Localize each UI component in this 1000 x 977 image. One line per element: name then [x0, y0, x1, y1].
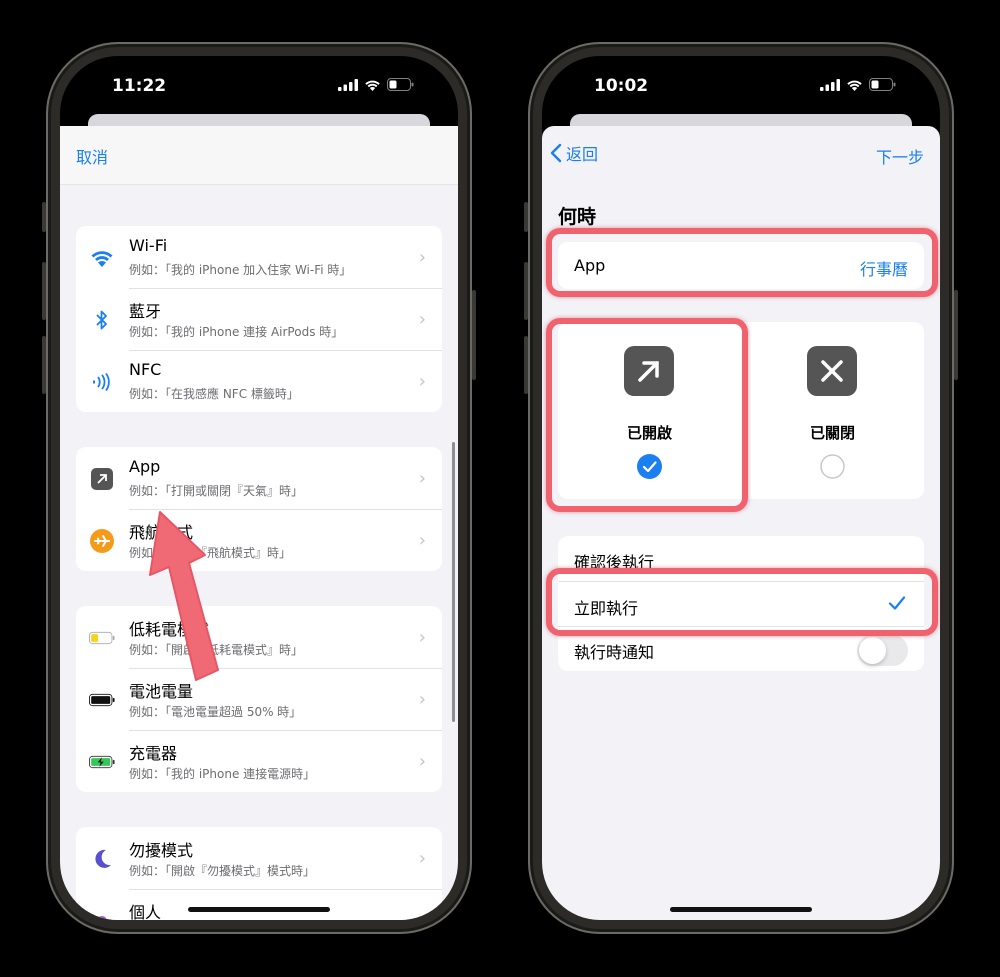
highlight-run-immediately — [546, 568, 938, 636]
action-button — [42, 202, 46, 232]
row-subtitle: 例如：「電池電量超過 50% 時」 — [129, 705, 302, 719]
chevron-right-icon: › — [418, 247, 426, 268]
row-subtitle: 例如：「我的 iPhone 加入住家 Wi-Fi 時」 — [129, 263, 352, 277]
chevron-left-icon — [550, 143, 562, 163]
bluetooth-icon — [89, 308, 115, 332]
power-button — [954, 290, 958, 380]
row-subtitle: 例如：「在我感應 NFC 標籤時」 — [129, 387, 299, 401]
row-title: 藍牙 — [129, 302, 162, 321]
volume-up-button — [42, 262, 46, 320]
chevron-right-icon: › — [418, 689, 426, 710]
row-title: 勿擾模式 — [129, 841, 194, 860]
connectivity-group: Wi-Fi 例如：「我的 iPhone 加入住家 Wi-Fi 時」 › 藍牙 例… — [76, 226, 442, 412]
battery-status-icon — [387, 78, 414, 91]
row-title: 充電器 — [129, 744, 178, 763]
radio-empty-icon — [820, 454, 845, 483]
nav-bar: 返回 下一步 — [542, 126, 940, 184]
closed-option[interactable]: 已關閉 — [741, 322, 924, 499]
volume-down-button — [42, 336, 46, 394]
list-item-personal[interactable]: 個人 — [76, 889, 442, 920]
battery-charging-icon — [89, 750, 115, 774]
list-item-bluetooth[interactable]: 藍牙 例如：「我的 iPhone 連接 AirPods 時」 › — [76, 288, 442, 350]
row-subtitle: 例如：「開啟『勿擾模式』模式時」 — [129, 864, 316, 878]
power-button — [472, 290, 476, 380]
chevron-right-icon: › — [418, 371, 426, 392]
chevron-right-icon: › — [418, 530, 426, 551]
wifi-icon — [89, 246, 115, 270]
row-subtitle: 例如：「開啟『低耗電模式』時」 — [129, 643, 304, 657]
status-icons — [820, 78, 896, 91]
list-item-do-not-disturb[interactable]: 勿擾模式 例如：「開啟『勿擾模式』模式時」 › — [76, 827, 442, 889]
nav-bar: 取消 — [60, 126, 458, 185]
dynamic-island — [200, 70, 318, 104]
signal-icon — [820, 78, 840, 91]
volume-down-button — [524, 336, 528, 394]
status-time: 11:22 — [112, 76, 167, 96]
wifi-status-icon — [365, 80, 380, 91]
list-item-charger[interactable]: 充電器 例如：「我的 iPhone 連接電源時」 › — [76, 730, 442, 792]
row-title: NFC — [129, 360, 162, 379]
scroll-indicator[interactable] — [452, 442, 455, 722]
moon-icon — [89, 847, 115, 871]
row-subtitle: 例如：「我的 iPhone 連接電源時」 — [129, 767, 316, 781]
cancel-button[interactable]: 取消 — [76, 144, 108, 168]
signal-icon — [338, 78, 358, 91]
list-item-wifi[interactable]: Wi-Fi 例如：「我的 iPhone 加入住家 Wi-Fi 時」 › — [76, 226, 442, 288]
left-phone: 11:22 取消 Wi-Fi 例如：「我的 iPhone 加入住家 Wi-Fi … — [42, 42, 476, 934]
app-arrow-icon — [89, 467, 115, 491]
left-screen: 11:22 取消 Wi-Fi 例如：「我的 iPhone 加入住家 Wi-Fi … — [60, 56, 458, 920]
status-time: 10:02 — [594, 76, 649, 96]
trigger-list-sheet: 取消 Wi-Fi 例如：「我的 iPhone 加入住家 Wi-Fi 時」 › 藍… — [60, 126, 458, 920]
status-icons — [338, 78, 414, 91]
chevron-right-icon: › — [418, 309, 426, 330]
back-button[interactable]: 返回 — [550, 141, 598, 165]
status-bar: 11:22 — [60, 56, 458, 116]
row-title: 飛航模式 — [129, 523, 194, 542]
row-title: 低耗電模式 — [129, 620, 210, 639]
status-bar: 10:02 — [542, 56, 940, 116]
airplane-icon — [89, 529, 115, 553]
chevron-right-icon: › — [418, 751, 426, 772]
home-indicator[interactable] — [188, 907, 330, 912]
row-title: 個人 — [129, 903, 162, 920]
row-title: Wi-Fi — [129, 236, 168, 255]
battery-level-icon — [89, 688, 115, 712]
list-item-app[interactable]: App 例如：「打開或關閉『天氣』時」 › — [76, 447, 442, 509]
list-item-nfc[interactable]: NFC 例如：「在我感應 NFC 標籤時」 › — [76, 350, 442, 412]
row-title: 電池電量 — [129, 682, 194, 701]
app-group: App 例如：「打開或關閉『天氣』時」 › 飛航模式 例如：「開啟『飛航模式』時… — [76, 447, 442, 571]
action-button — [524, 202, 528, 232]
chevron-right-icon: › — [418, 848, 426, 869]
closed-label: 已關閉 — [809, 424, 855, 442]
dynamic-island — [682, 70, 800, 104]
row-subtitle: 例如：「我的 iPhone 連接 AirPods 時」 — [129, 325, 344, 339]
toggle-knob — [859, 637, 886, 664]
app-close-x-icon — [807, 346, 857, 400]
wifi-status-icon — [847, 80, 862, 91]
list-item-low-power-mode[interactable]: 低耗電模式 例如：「開啟『低耗電模式』時」 › — [76, 606, 442, 668]
list-item-battery-level[interactable]: 電池電量 例如：「電池電量超過 50% 時」 › — [76, 668, 442, 730]
battery-group: 低耗電模式 例如：「開啟『低耗電模式』時」 › 電池電量 例如：「電池電量超過 … — [76, 606, 442, 792]
volume-up-button — [524, 262, 528, 320]
row-subtitle: 例如：「打開或關閉『天氣』時」 — [129, 484, 304, 498]
notify-toggle[interactable] — [857, 635, 908, 666]
row-title: App — [129, 457, 161, 476]
battery-low-power-icon — [89, 626, 115, 650]
highlight-opened-option — [546, 318, 748, 512]
highlight-app-row — [546, 228, 938, 297]
home-indicator[interactable] — [670, 907, 812, 912]
row-subtitle: 例如：「開啟『飛航模式』時」 — [129, 546, 292, 560]
battery-status-icon — [869, 78, 896, 91]
person-icon — [89, 909, 115, 920]
back-label: 返回 — [566, 145, 599, 164]
section-title: 何時 — [558, 206, 597, 228]
chevron-right-icon: › — [418, 627, 426, 648]
chevron-right-icon: › — [418, 468, 426, 489]
nfc-icon — [89, 370, 115, 394]
notify-label: 執行時通知 — [574, 643, 655, 662]
next-button[interactable]: 下一步 — [876, 144, 924, 168]
list-item-airplane-mode[interactable]: 飛航模式 例如：「開啟『飛航模式』時」 › — [76, 509, 442, 571]
